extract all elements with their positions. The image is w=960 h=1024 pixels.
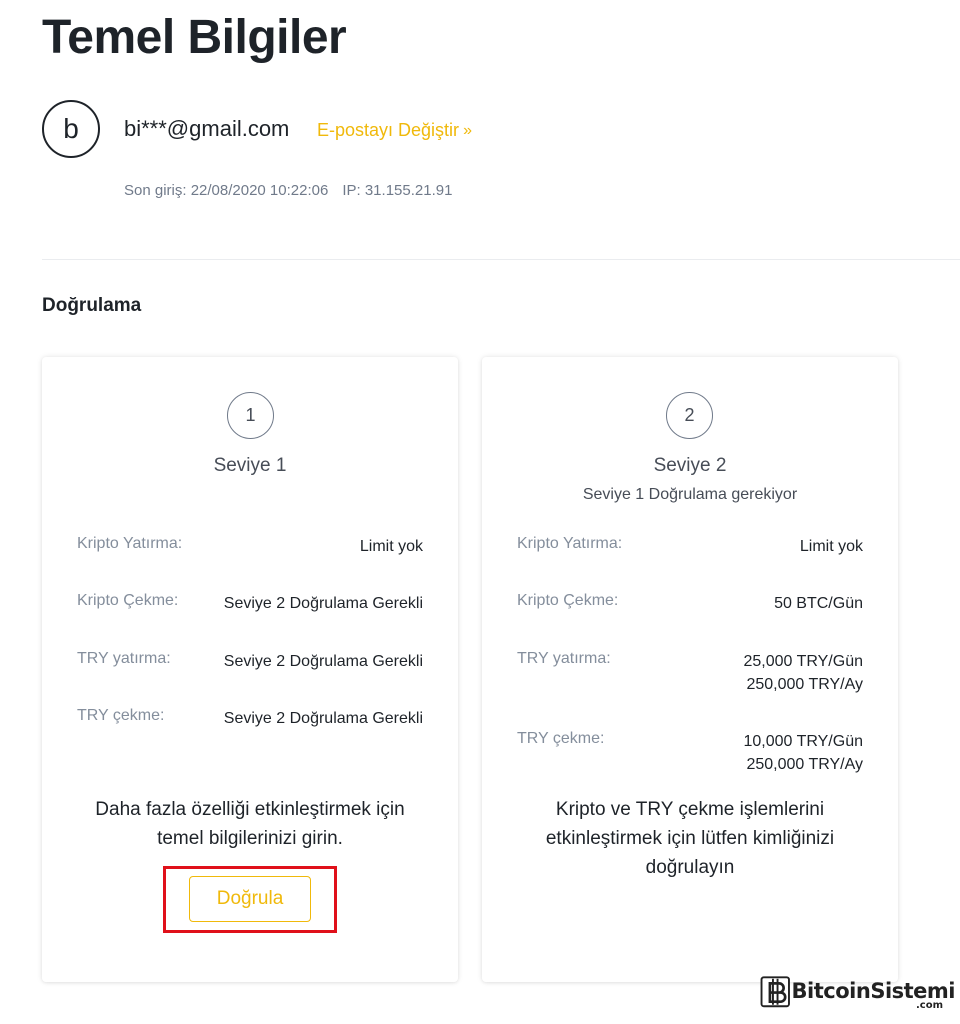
limit-value: Seviye 2 Doğrulama Gerekli [223,710,423,727]
level-2-number-badge: 2 [666,392,713,439]
limit-value: Seviye 2 Doğrulama Gerekli [223,595,423,612]
avatar-letter: b [63,113,79,144]
limit-label: Kripto Çekme: [77,592,179,609]
watermark-text: BitcoinSistemi [791,978,956,1003]
level-1-number-badge: 1 [227,392,274,439]
description-line: Kripto ve TRY çekme işlemlerini [555,799,825,820]
watermark: BitcoinSistemi .com [760,966,956,1016]
last-login-info: Son giriş: 22/08/2020 10:22:06 IP: 31.15… [124,182,452,199]
limit-row: TRY çekme: Seviye 2 Doğrulama Gerekli [77,707,423,730]
limit-row: Kripto Çekme: 50 BTC/Gün [517,592,863,615]
limit-row: TRY yatırma: 25,000 TRY/Gün 250,000 TRY/… [517,650,863,696]
limit-label: TRY çekme: [77,707,165,724]
change-email-link[interactable]: E-postayı Değiştir » [317,120,472,141]
level-2-number: 2 [684,405,695,425]
level-2-card: 2 Seviye 2 Seviye 1 Doğrulama gerekiyor … [482,357,898,982]
limit-value-line: 250,000 TRY/Ay [746,756,863,773]
last-login-time: Son giriş: 22/08/2020 10:22:06 [124,182,329,199]
description-line: doğrulayın [645,857,735,878]
level-2-description: Kripto ve TRY çekme işlemlerini etkinleş… [502,795,878,882]
section-divider [42,259,960,260]
level-2-requirement: Seviye 1 Doğrulama gerekiyor [582,486,798,503]
description-line: temel bilgilerinizi girin. [157,828,343,849]
level-1-number: 1 [245,405,256,425]
limit-label: TRY çekme: [517,730,605,747]
verification-section-title: Doğrulama [42,295,142,316]
last-login-ip: IP: 31.155.21.91 [342,182,453,199]
verify-button[interactable]: Doğrula [189,876,311,922]
limit-value: 25,000 TRY/Gün 250,000 TRY/Ay [744,650,864,696]
limit-value-line: 10,000 TRY/Gün [743,733,864,750]
limit-value: 50 BTC/Gün [774,595,863,612]
limit-label: TRY yatırma: [77,650,171,667]
watermark-suffix: .com [915,1000,943,1011]
level-1-card: 1 Seviye 1 Kripto Yatırma: Limit yok Kri… [42,357,458,982]
limit-value-line: 250,000 TRY/Ay [746,676,863,693]
limit-value-line: 25,000 TRY/Gün [743,653,864,670]
limit-row: Kripto Yatırma: Limit yok [77,535,423,558]
limit-value: Limit yok [359,538,423,555]
limit-label: Kripto Çekme: [517,592,619,609]
limit-row: Kripto Çekme: Seviye 2 Doğrulama Gerekli [77,592,423,615]
limit-row: TRY çekme: 10,000 TRY/Gün 250,000 TRY/Ay [517,730,863,776]
level-2-title: Seviye 2 [653,455,727,476]
description-line: etkinleştirmek için lütfen kimliğinizi [545,828,835,849]
limit-label: TRY yatırma: [517,650,611,667]
bitcoin-logo-icon [760,976,790,1008]
description-line: Daha fazla özelliği etkinleştirmek için [95,799,405,820]
limit-row: TRY yatırma: Seviye 2 Doğrulama Gerekli [77,650,423,673]
page-title: Temel Bilgiler [42,11,347,64]
limit-label: Kripto Yatırma: [517,535,623,552]
limit-value: Seviye 2 Doğrulama Gerekli [223,653,423,670]
level-1-description: Daha fazla özelliği etkinleştirmek için … [62,795,438,853]
limit-label: Kripto Yatırma: [77,535,183,552]
account-email: bi***@gmail.com [124,116,290,141]
change-email-label: E-postayı Değiştir [317,120,460,140]
avatar: b [42,100,100,158]
limit-value: 10,000 TRY/Gün 250,000 TRY/Ay [744,730,864,776]
level-1-title: Seviye 1 [213,455,287,476]
limit-value: Limit yok [799,538,863,555]
double-chevron-right-icon: » [463,121,472,139]
limit-row: Kripto Yatırma: Limit yok [517,535,863,558]
